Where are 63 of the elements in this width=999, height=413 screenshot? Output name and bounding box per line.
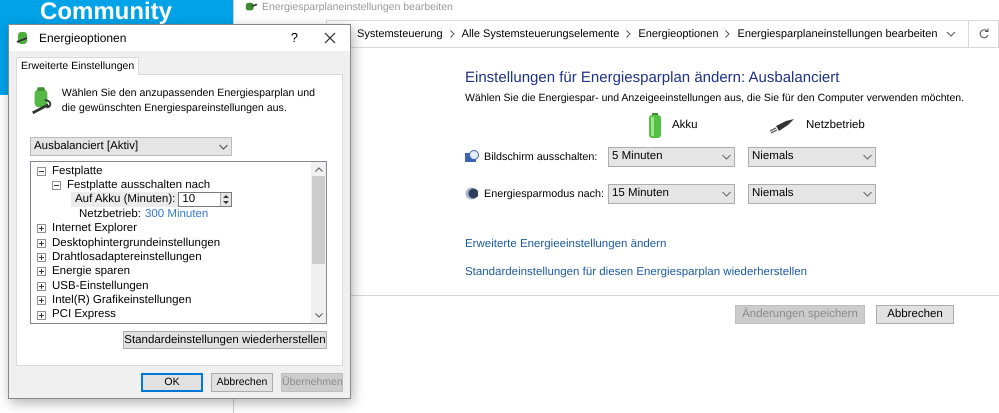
battery-icon <box>648 112 662 139</box>
collapse-icon[interactable] <box>37 166 46 176</box>
scrollbar[interactable] <box>311 162 326 323</box>
collapse-icon[interactable] <box>52 181 61 190</box>
chevron-right-icon[interactable] <box>626 30 632 38</box>
close-icon[interactable] <box>324 32 336 44</box>
chevron-right-icon[interactable] <box>725 30 730 38</box>
breadcrumb-link[interactable]: Systemsteuerung <box>357 26 443 42</box>
battery-plug-icon <box>30 86 54 116</box>
expand-icon[interactable] <box>37 238 46 248</box>
dropdown[interactable]: Niemals <box>748 184 876 204</box>
chevron-down-icon[interactable] <box>314 313 322 318</box>
field-label: Netzbetrieb: <box>79 206 142 222</box>
restore-defaults-button[interactable]: Standardeinstellungen wiederherstellen <box>123 331 327 349</box>
dropdown[interactable]: Niemals <box>748 146 876 167</box>
tab[interactable]: Erweiterte Einstellungen <box>16 57 140 75</box>
expand-icon[interactable] <box>37 267 46 276</box>
dropdown[interactable]: 15 Minuten <box>608 184 735 204</box>
chevron-down-icon <box>863 190 872 197</box>
help-button[interactable]: ? <box>290 28 298 48</box>
plug-icon <box>768 118 796 134</box>
expand-icon[interactable] <box>37 224 46 234</box>
chevron-down-icon <box>219 144 228 150</box>
plan-dropdown[interactable]: Ausbalanciert [Aktiv] <box>30 137 232 156</box>
expand-icon[interactable] <box>37 296 46 306</box>
dropdown[interactable]: 5 Minuten <box>608 146 735 167</box>
link[interactable]: Erweiterte Energieeinstellungen ändern <box>465 236 666 253</box>
refresh-icon[interactable] <box>978 28 990 40</box>
chevron-down-icon[interactable] <box>946 31 956 37</box>
expand-icon[interactable] <box>37 282 46 291</box>
dialog-description: Wählen Sie den anzupassenden Energiesparplan und die gewünschten Energiespareinstellungen aus. <box>62 86 316 116</box>
expand-icon[interactable] <box>37 253 46 262</box>
chevron-down-icon <box>722 190 731 197</box>
setting-label: Energiesparmodus nach: <box>484 186 606 202</box>
breadcrumb-link[interactable]: Alle Systemsteuerungselemente <box>462 26 620 42</box>
setting-label: Bildschirm ausschalten: <box>484 150 598 165</box>
page-heading: Einstellungen für Energiesparplan ändern: Ausbalanciert <box>465 68 840 88</box>
field-label: Auf Akku (Minuten): <box>75 192 176 208</box>
breadcrumb-link[interactable]: Energiesparplaneinstellungen bearbeiten <box>737 26 938 42</box>
chevron-right-icon[interactable] <box>450 30 455 38</box>
page-description: Wählen Sie die Energiespar- und Anzeigeeinstellungen aus, die Sie für den Computer verwenden möchten. <box>465 91 966 106</box>
moon-icon <box>465 187 478 200</box>
chevron-down-icon <box>722 154 731 160</box>
spin-field[interactable]: 10 <box>178 192 232 208</box>
button[interactable]: Abbrechen <box>876 305 954 324</box>
monitor-clock-icon <box>465 150 479 164</box>
dialog-title: Energieoptionen <box>39 30 126 47</box>
expand-icon[interactable] <box>37 310 46 320</box>
link[interactable]: Standardeinstellungen für diesen Energiesparplan wiederherstellen <box>465 264 808 282</box>
window-title: Energiesparplaneinstellungen bearbeiten <box>262 0 453 14</box>
button[interactable]: OK <box>141 373 203 392</box>
value-link[interactable]: 300 Minuten <box>145 206 208 223</box>
tree-item[interactable]: Internet Explorer <box>52 220 138 238</box>
chevron-down-icon <box>863 154 872 160</box>
button[interactable]: Abbrechen <box>211 373 273 392</box>
page-header-title: Community <box>40 0 172 24</box>
scrollbar-thumb[interactable] <box>312 176 325 264</box>
column-label: Netzbetrieb <box>806 118 865 134</box>
spin-arrows-icon[interactable] <box>223 194 230 206</box>
column-label: Akku <box>672 118 698 134</box>
chevron-up-icon[interactable] <box>314 167 322 172</box>
breadcrumb-link[interactable]: Energieoptionen <box>638 26 718 42</box>
plug-icon <box>244 1 258 13</box>
